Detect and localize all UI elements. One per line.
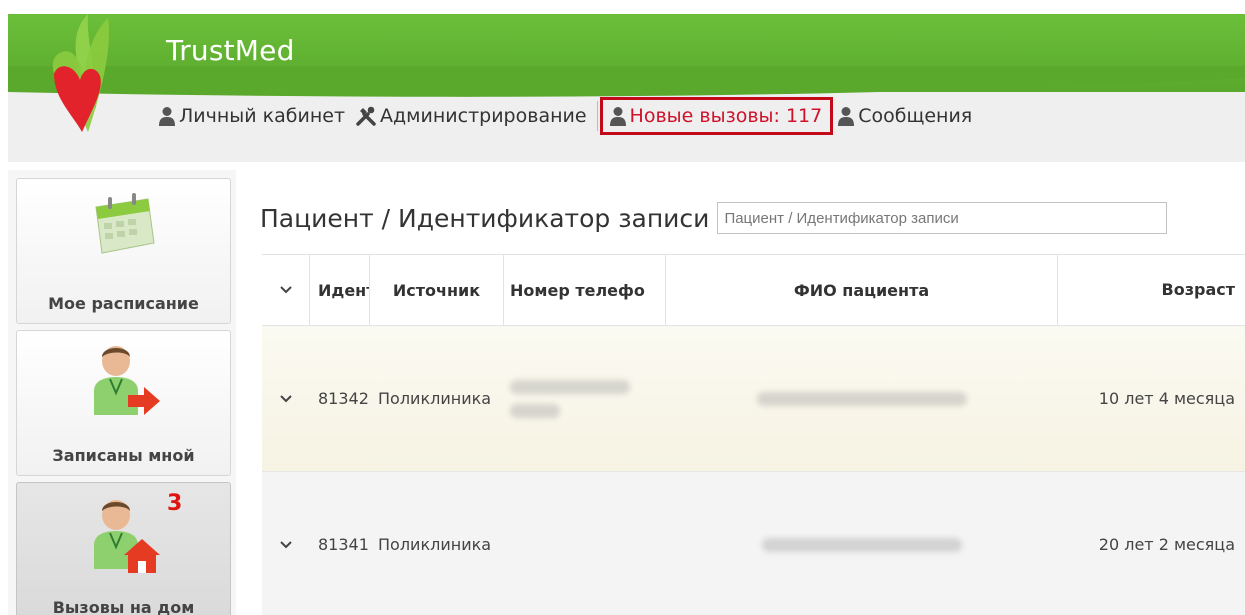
sidebar-item-label: Вызовы на дом <box>52 598 195 615</box>
column-header-patient-name[interactable]: ФИО пациента <box>666 255 1058 325</box>
expand-all-toggle[interactable] <box>262 255 310 325</box>
search-row: Пациент / Идентификатор записи <box>260 202 1168 234</box>
sidebar: Мое расписание Записаны мной 3 Вызовы на… <box>8 170 236 615</box>
table-header: Иденти Источник Номер телефо ФИО пациент… <box>262 254 1245 326</box>
doctor-home-icon <box>93 500 160 573</box>
user-icon <box>159 107 175 126</box>
row-phone-redacted <box>504 326 666 471</box>
brand-title: TrustMed <box>166 34 295 67</box>
table-row[interactable]: 81342 Поликлиника 10 лет 4 месяца <box>262 326 1245 472</box>
row-phone-redacted <box>504 472 666 615</box>
tools-icon <box>356 106 376 126</box>
nav-new-calls-label: Новые вызовы: 117 <box>629 105 823 127</box>
nav-new-calls[interactable]: Новые вызовы: 117 <box>599 97 834 135</box>
column-header-age[interactable]: Возраст <box>1058 255 1245 325</box>
trustmed-logo <box>52 14 110 132</box>
row-source: Поликлиника <box>378 535 492 554</box>
search-label: Пациент / Идентификатор записи <box>260 203 710 233</box>
sidebar-item-my-schedule[interactable]: Мое расписание <box>16 178 231 324</box>
sidebar-item-label: Мое расписание <box>48 294 199 313</box>
user-icon <box>838 107 855 126</box>
nav-divider <box>596 101 598 131</box>
app-header: TrustMed Личный кабинет Администрировани… <box>8 14 1245 162</box>
calls-table: Иденти Источник Номер телефо ФИО пациент… <box>262 254 1245 615</box>
row-expand-toggle[interactable] <box>262 472 310 615</box>
nav-administration[interactable]: Администрирование <box>355 105 587 127</box>
nav-personal-cabinet[interactable]: Личный кабинет <box>158 105 345 127</box>
sidebar-item-label: Записаны мной <box>52 446 195 465</box>
sidebar-item-booked-by-me[interactable]: Записаны мной <box>16 330 231 476</box>
row-id: 81341 <box>318 535 369 554</box>
top-navigation: Личный кабинет Администрирование Новые в… <box>158 96 982 136</box>
calendar-icon <box>94 193 155 254</box>
row-age: 10 лет 4 месяца <box>1098 388 1235 408</box>
chevron-down-icon <box>279 286 292 294</box>
column-header-phone[interactable]: Номер телефо <box>504 255 666 325</box>
column-header-id[interactable]: Иденти <box>310 255 370 325</box>
chevron-down-icon <box>280 540 292 548</box>
search-input[interactable] <box>717 202 1168 234</box>
column-header-source[interactable]: Источник <box>370 255 504 325</box>
sidebar-item-home-calls[interactable]: 3 Вызовы на дом <box>16 482 231 615</box>
row-patient-name-redacted <box>666 326 1058 471</box>
row-expand-toggle[interactable] <box>262 326 310 471</box>
user-icon <box>609 107 626 126</box>
chevron-down-icon <box>280 394 292 402</box>
table-row[interactable]: 81341 Поликлиника 20 лет 2 месяца <box>262 472 1245 615</box>
nav-personal-cabinet-label: Личный кабинет <box>179 105 346 127</box>
row-source: Поликлиника <box>378 389 492 408</box>
row-patient-name-redacted <box>666 472 1058 615</box>
nav-messages-label: Сообщения <box>858 105 973 127</box>
doctor-arrow-icon <box>93 346 160 415</box>
nav-administration-label: Администрирование <box>380 105 587 127</box>
nav-messages[interactable]: Сообщения <box>837 105 972 127</box>
home-calls-badge: 3 <box>167 491 183 516</box>
row-id: 81342 <box>318 389 369 408</box>
main-content: Пациент / Идентификатор записи Иденти Ис… <box>246 178 1245 615</box>
row-age: 20 лет 2 месяца <box>1098 534 1235 554</box>
